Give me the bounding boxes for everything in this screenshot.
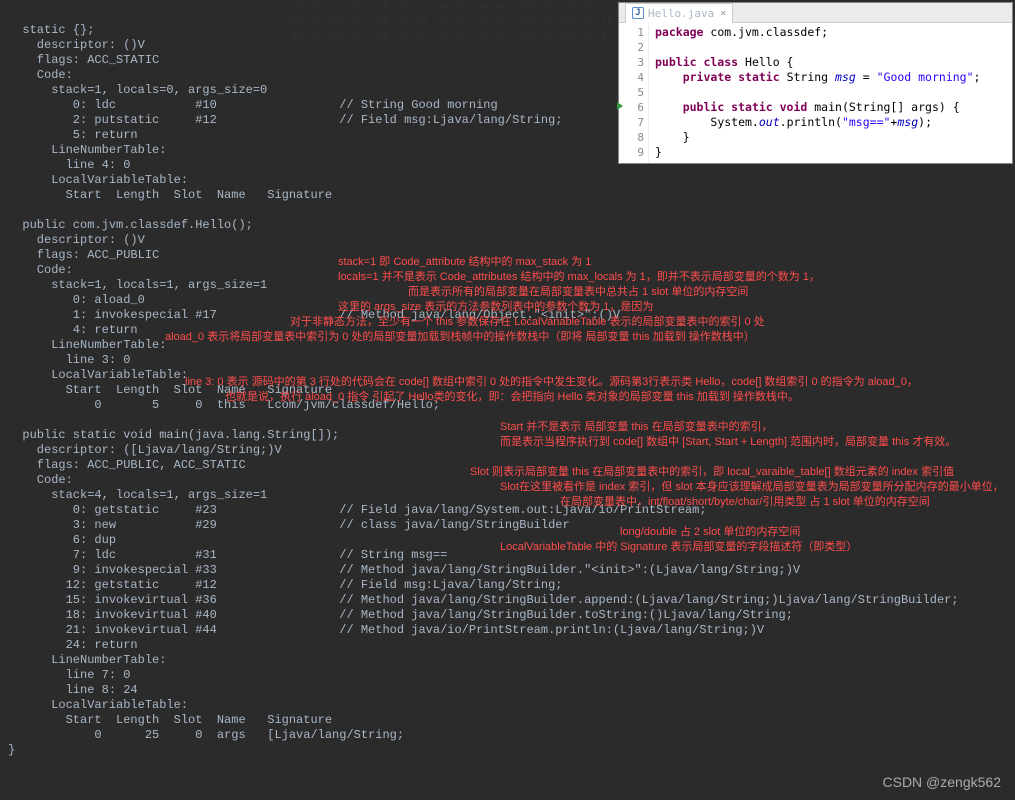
annotation-this: 对于非静态方法，至少有一个 this 参数保存在 LocalVariableTa…	[290, 313, 765, 329]
annotation-line3: line 3: 0 表示 源码中的第 3 行处的代码会在 code[] 数组中索…	[185, 373, 918, 389]
run-main-icon[interactable]	[617, 102, 623, 110]
annotation-slot-3: 在局部变量表中，int/float/short/byte/char/引用类型 占…	[560, 493, 930, 509]
close-icon[interactable]: ✕	[720, 8, 726, 19]
source-editor-panel: J Hello.java ✕ 1 2 3 4 5 6 7 8 9 package…	[618, 2, 1013, 164]
java-file-icon: J	[632, 7, 644, 19]
annotation-slot: Slot 则表示局部变量 this 在局部变量表中的索引，即 local_var…	[470, 463, 954, 479]
annotation-stack: stack=1 即 Code_attribute 结构中的 max_stack …	[338, 253, 591, 269]
gutter-line: 3	[619, 55, 644, 70]
bytecode-block-1: static {}; descriptor: ()V flags: ACC_ST…	[8, 23, 563, 202]
gutter-line: 1	[619, 25, 644, 40]
editor-tabbar: J Hello.java ✕	[619, 3, 1012, 23]
gutter-line-runnable[interactable]: 6	[619, 100, 644, 115]
annotation-signature: LocalVariableTable 中的 Signature 表示局部变量的字…	[500, 538, 857, 554]
annotation-line3-2: 也就是说，执行 aload_0 指令 引起了 Hello类的变化，即：会把指向 …	[225, 388, 799, 404]
annotation-start-2: 而是表示当程序执行到 code[] 数组中 [Start, Start + Le…	[500, 433, 956, 449]
editor-tab-hello[interactable]: J Hello.java ✕	[625, 3, 733, 23]
annotation-aload0: aload_0 表示将局部变量表中索引为 0 处的局部变量加载到栈帧中的操作数栈…	[165, 328, 755, 344]
gutter-line: 8	[619, 130, 644, 145]
annotation-slot-4: long/double 占 2 slot 单位的内存空间	[620, 523, 800, 539]
gutter-line: 7	[619, 115, 644, 130]
annotation-start: Start 并不是表示 局部变量 this 在局部变量表中的索引，	[500, 418, 773, 434]
annotation-slot-2: Slot在这里被看作是 index 索引，但 slot 本身应该理解成局部变量表…	[500, 478, 1004, 494]
editor-gutter: 1 2 3 4 5 6 7 8 9	[619, 23, 649, 163]
gutter-line: 2	[619, 40, 644, 55]
gutter-line: 4	[619, 70, 644, 85]
editor-tab-label: Hello.java	[648, 7, 714, 20]
annotation-locals-2: 而是表示所有的局部变量在局部变量表中总共占 1 slot 单位的内存空间	[408, 283, 748, 299]
gutter-line: 5	[619, 85, 644, 100]
gutter-line: 9	[619, 145, 644, 160]
watermark: CSDN @zengk562	[883, 774, 1002, 790]
annotation-locals: locals=1 并不是表示 Code_attributes 结构中的 max_…	[338, 268, 820, 284]
annotation-argssize: 这里的 args_size 表示的方法参数列表中的参数个数为 1，是因为	[338, 298, 653, 314]
editor-source[interactable]: package com.jvm.classdef; public class H…	[649, 23, 986, 163]
